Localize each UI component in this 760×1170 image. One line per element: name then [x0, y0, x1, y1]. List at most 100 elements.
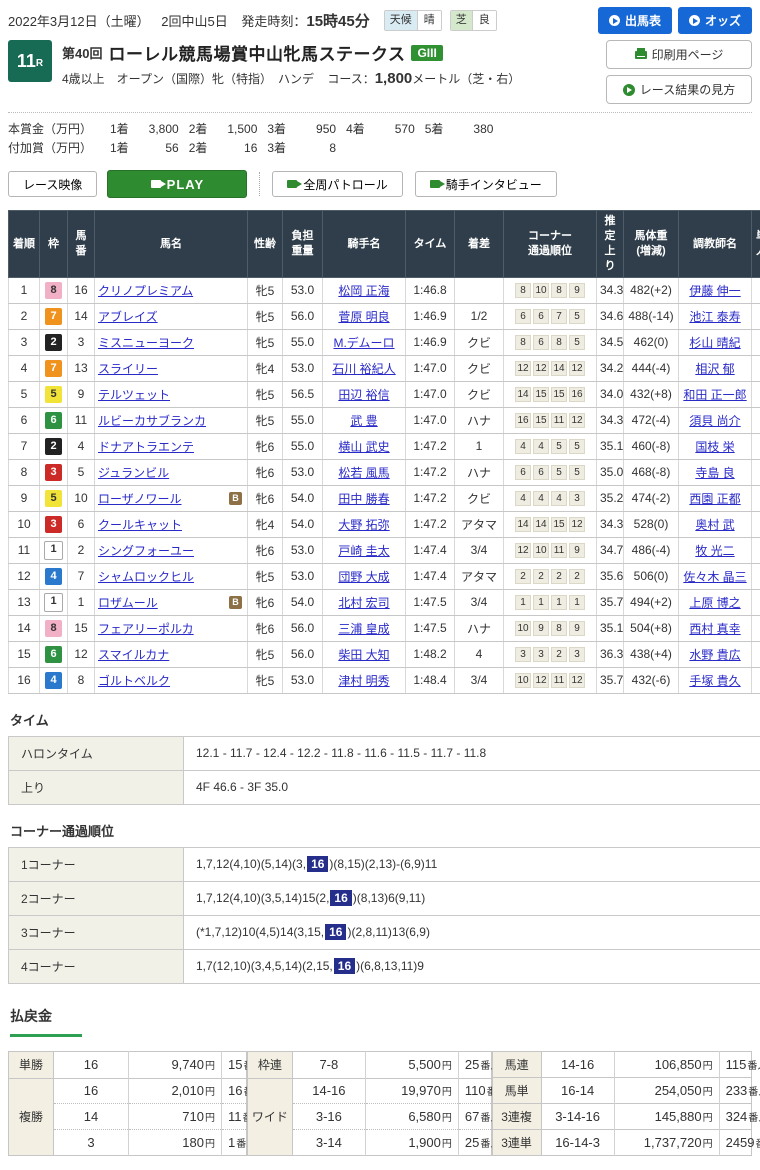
payout-amount: 145,880円	[614, 1103, 719, 1129]
jockey-link[interactable]: 津村 明秀	[338, 674, 389, 688]
horse-weight: 460(-8)	[624, 433, 679, 459]
jockey-link[interactable]: 横山 武史	[338, 440, 389, 454]
result-guide-button[interactable]: レース結果の見方	[606, 75, 752, 104]
trainer-cell: 伊藤 伸一	[679, 277, 752, 303]
jockey-link[interactable]: 柴田 大知	[338, 648, 389, 662]
jockey-link[interactable]: 松若 風馬	[338, 466, 389, 480]
print-page-button[interactable]: 印刷用ページ	[606, 40, 752, 69]
table-row: 9510ローザノワールB牝654.0田中 勝春1:47.2クビ444335.24…	[9, 485, 760, 511]
jockey-link[interactable]: 石川 裕紀人	[332, 362, 395, 376]
horse-name-link[interactable]: ロザムール	[98, 594, 158, 611]
trainer-link[interactable]: 杉山 晴紀	[689, 336, 740, 350]
race-video-button[interactable]: レース映像	[8, 171, 97, 197]
patrol-video-button[interactable]: 全周パトロール	[272, 171, 402, 197]
payout-popularity: 115番人気	[719, 1051, 751, 1077]
corner-position-box: 10	[533, 283, 549, 298]
odds-button[interactable]: オッズ	[678, 7, 752, 34]
frame-badge: 5	[45, 386, 62, 403]
trainer-link[interactable]: 上原 博之	[689, 596, 740, 610]
entries-button[interactable]: 出馬表	[598, 7, 672, 34]
corner-position-box: 3	[515, 647, 531, 662]
jockey-link[interactable]: 田中 勝春	[338, 492, 389, 506]
conditions-text: 4歳以上 オープン（国際）牝（特指） ハンデ	[62, 72, 314, 86]
trainer-link[interactable]: 水野 貴広	[689, 648, 740, 662]
jockey-link[interactable]: 松岡 正海	[338, 284, 389, 298]
corner-position-box: 2	[551, 647, 567, 662]
main-prize-values: 1着3,8002着1,5003着9504着5705着380	[100, 120, 493, 139]
horse-name-link[interactable]: ミスニューヨーク	[98, 334, 194, 351]
trainer-link[interactable]: 和田 正一郎	[683, 388, 746, 402]
jockey-cell: 三浦 皇成	[323, 615, 406, 641]
horse-name-link[interactable]: シングフォーユー	[98, 542, 194, 559]
margin: アタマ	[455, 563, 504, 589]
trainer-link[interactable]: 牧 光二	[695, 544, 734, 558]
row-label: ハロンタイム	[9, 736, 184, 770]
corner-positions: 6655	[504, 459, 597, 485]
jockey-link[interactable]: 田辺 裕信	[338, 388, 389, 402]
horse-name-link[interactable]: クリノプレミアム	[98, 282, 193, 299]
jockey-link[interactable]: 戸崎 圭太	[338, 544, 389, 558]
trainer-link[interactable]: 奥村 武	[695, 518, 734, 532]
payout-popularity: 15番人気	[222, 1051, 247, 1078]
track-value: 良	[472, 11, 496, 30]
yen-suffix: 円	[442, 1061, 452, 1072]
prize-place: 2着	[189, 139, 208, 158]
jockey-interview-button[interactable]: 騎手インタビュー	[415, 171, 557, 197]
horse-name-link[interactable]: ルビーカサブランカ	[98, 412, 206, 429]
jockey-link[interactable]: 団野 大成	[338, 570, 389, 584]
trainer-link[interactable]: 国枝 栄	[695, 440, 734, 454]
horse-name-link[interactable]: ドナアトラエンテ	[98, 438, 194, 455]
horse-name-link[interactable]: スライリー	[98, 360, 158, 377]
trainer-link[interactable]: 西園 正都	[689, 492, 740, 506]
horse-name-link[interactable]: スマイルカナ	[98, 646, 169, 663]
sex-age: 牝6	[248, 615, 283, 641]
horse-name-wrap: ゴルトベルク	[98, 672, 244, 689]
corner-position-box: 4	[533, 439, 549, 454]
horse-name-link[interactable]: シャムロックヒル	[98, 568, 194, 585]
horse-name-link[interactable]: クールキャット	[98, 516, 182, 533]
horse-name-link[interactable]: ローザノワール	[98, 490, 182, 507]
corner-position-box: 4	[551, 491, 567, 506]
play-button[interactable]: PLAY	[107, 170, 247, 198]
trainer-link[interactable]: 手塚 貴久	[689, 674, 740, 688]
trainer-cell: 池江 泰寿	[679, 303, 752, 329]
horse-name-link[interactable]: アブレイズ	[98, 308, 158, 325]
frame-cell: 4	[40, 563, 68, 589]
corner-position-box: 11	[551, 543, 567, 558]
corner-positions: 4443	[504, 485, 597, 511]
trainer-link[interactable]: 須貝 尚介	[689, 414, 740, 428]
jockey-link[interactable]: 武 豊	[350, 414, 377, 428]
prize-place: 1着	[110, 139, 129, 158]
jockey-link[interactable]: 大野 拓弥	[338, 518, 389, 532]
yen-suffix: 円	[703, 1113, 713, 1124]
horse-name-link[interactable]: ゴルトベルク	[98, 672, 170, 689]
finish-position: 16	[9, 667, 40, 693]
jockey-link[interactable]: 北村 宏司	[338, 596, 389, 610]
horse-name-link[interactable]: ジュランビル	[98, 464, 169, 481]
horse-name-link[interactable]: フェアリーポルカ	[98, 620, 194, 637]
horse-name-link[interactable]: テルツェット	[98, 386, 170, 403]
results-header-cell: 馬名	[95, 211, 248, 277]
horse-number: 1	[68, 589, 95, 615]
trainer-link[interactable]: 寺島 良	[695, 466, 734, 480]
trainer-link[interactable]: 相沢 郁	[695, 362, 734, 376]
trainer-link[interactable]: 池江 泰寿	[689, 310, 740, 324]
horse-weight: 432(-6)	[624, 667, 679, 693]
trainer-link[interactable]: 伊藤 伸一	[689, 284, 740, 298]
corner-position-box: 5	[551, 465, 567, 480]
sex-age: 牝6	[248, 589, 283, 615]
corner-position-box: 12	[515, 543, 531, 558]
table-row: 2714アブレイズ牝556.0菅原 明良1:46.91/2667534.6488…	[9, 303, 760, 329]
last-3f: 34.5	[597, 329, 624, 355]
jockey-link[interactable]: 菅原 明良	[338, 310, 389, 324]
jockey-link[interactable]: M.デムーロ	[333, 336, 394, 350]
blinker-badge: B	[229, 596, 242, 609]
payout-type-label: 単勝	[9, 1051, 54, 1078]
jockey-link[interactable]: 三浦 皇成	[338, 622, 389, 636]
trainer-link[interactable]: 佐々木 晶三	[683, 570, 746, 584]
table-row: 上り4F 46.6 - 3F 35.0	[9, 770, 760, 804]
trainer-link[interactable]: 西村 真幸	[689, 622, 740, 636]
horse-weight: 438(+4)	[624, 641, 679, 667]
main-prize-row: 本賞金（万円） 1着3,8002着1,5003着9504着5705着380	[8, 120, 752, 139]
popularity-suffix: 番人気	[748, 1113, 760, 1124]
